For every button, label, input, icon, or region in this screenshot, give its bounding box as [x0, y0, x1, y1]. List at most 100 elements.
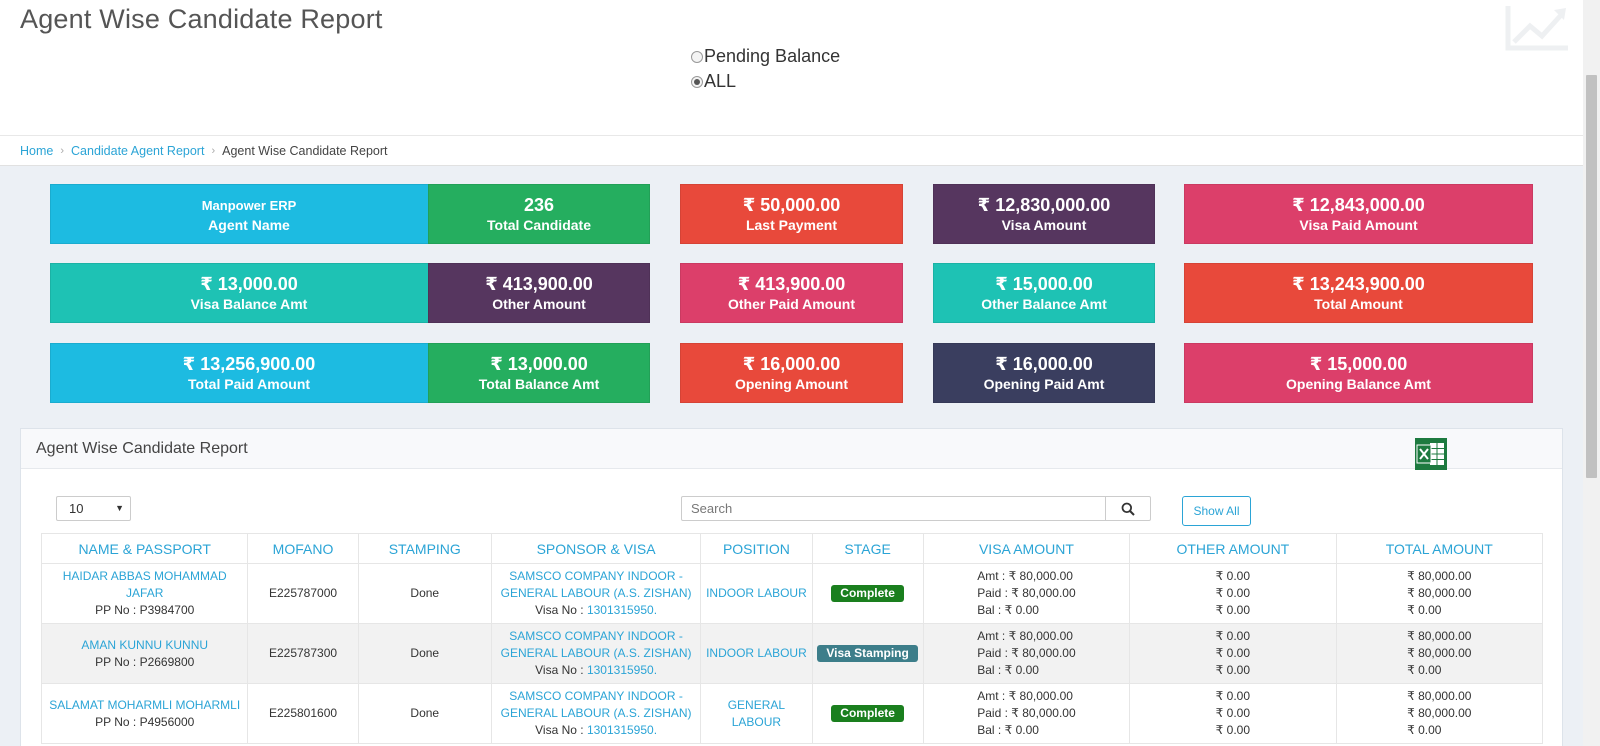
cell-visa-amount: Amt : ₹ 80,000.00 Paid : ₹ 80,000.00 Bal :… — [922, 623, 1131, 684]
breadcrumb-home[interactable]: Home — [20, 144, 53, 158]
visa-amount-line: Bal : ₹ 0.00 — [977, 723, 1039, 737]
cell-name-passport: SALAMAT MOHARMLI MOHARMLI PP No : P495600… — [40, 683, 249, 744]
cell-stamping: Done — [357, 623, 492, 684]
table-row[interactable]: SALAMAT MOHARMLI MOHARMLI PP No : P495600… — [40, 683, 1544, 744]
cell-total-amount: ₹ 80,000.00 ₹ 80,000.00 ₹ 0.00 — [1335, 563, 1544, 624]
candidate-name-link[interactable]: AMAN KUNNU KUNNU — [81, 638, 208, 652]
page-header: Agent Wise Candidate Report Pending Bala… — [0, 0, 1583, 135]
other-amount-block: ₹ 0.00 ₹ 0.00 ₹ 0.00 — [1216, 628, 1250, 679]
filter-all[interactable]: ALL — [691, 69, 840, 94]
cell-mofano: E225787300 — [247, 623, 359, 684]
filter-all-label: ALL — [704, 71, 737, 91]
scrollbar-thumb[interactable] — [1586, 75, 1597, 478]
column-header-name-passport[interactable]: NAME & PASSPORT — [40, 533, 249, 564]
breadcrumb-candidate-agent-report[interactable]: Candidate Agent Report — [71, 144, 204, 158]
summary-card-total-amount: ₹ 13,243,900.00 Total Amount — [1184, 263, 1533, 323]
summary-card-total-candidate: 236 Total Candidate — [428, 184, 650, 244]
show-all-button[interactable]: Show All — [1182, 496, 1251, 526]
summary-card-value: ₹ 13,000.00 — [490, 353, 588, 374]
report-title: Agent Wise Candidate Report — [36, 440, 248, 457]
summary-card-value: ₹ 413,900.00 — [737, 273, 846, 294]
cell-position: GENERAL LABOUR — [700, 683, 813, 744]
summary-card-other-paid-amount: ₹ 413,900.00 Other Paid Amount — [680, 263, 903, 323]
stamping-value: Done — [410, 586, 440, 600]
total-amount-line: ₹ 0.00 — [1407, 723, 1442, 737]
column-header-visa-amount[interactable]: VISA AMOUNT — [922, 533, 1131, 564]
other-amount-line: ₹ 0.00 — [1215, 689, 1250, 703]
position-link[interactable]: GENERAL LABOUR — [728, 698, 785, 729]
sponsor-link[interactable]: SAMSCO COMPANY INDOOR - GENERAL LABOUR (… — [501, 629, 692, 660]
summary-card-other-amount: ₹ 413,900.00 Other Amount — [428, 263, 650, 323]
other-amount-line: ₹ 0.00 — [1215, 706, 1250, 720]
table-row[interactable]: HAIDAR ABBAS MOHAMMAD JAFAR PP No : P3984… — [40, 563, 1544, 624]
radio-pending-balance[interactable] — [691, 50, 703, 63]
summary-card-visa-balance-amt: ₹ 13,000.00 Visa Balance Amt — [50, 263, 448, 323]
cell-total-amount: ₹ 80,000.00 ₹ 80,000.00 ₹ 0.00 — [1335, 683, 1544, 744]
breadcrumb: Home › Candidate Agent Report › Agent Wi… — [0, 135, 1583, 166]
total-amount-line: ₹ 80,000.00 — [1407, 689, 1472, 703]
sponsor-link[interactable]: SAMSCO COMPANY INDOOR - GENERAL LABOUR (… — [501, 689, 692, 720]
column-header-stage[interactable]: STAGE — [811, 533, 924, 564]
visa-amount-block: Amt : ₹ 80,000.00 Paid : ₹ 80,000.00 Bal :… — [977, 568, 1075, 619]
cell-mofano: E225801600 — [247, 683, 359, 744]
page-length-select[interactable]: 10 ▼ — [56, 496, 131, 521]
visa-number-link[interactable]: 1301315950. — [587, 603, 657, 617]
column-header-mofano[interactable]: MOFANO — [247, 533, 359, 564]
filter-pending-balance[interactable]: Pending Balance — [691, 44, 840, 69]
column-header-total-amount[interactable]: TOTAL AMOUNT — [1335, 533, 1544, 564]
cell-sponsor-visa: SAMSCO COMPANY INDOOR - GENERAL LABOUR (… — [490, 623, 702, 684]
cell-stage: Complete — [811, 563, 924, 624]
mofano-value: E225801600 — [268, 706, 338, 720]
search-input[interactable] — [682, 497, 1105, 520]
sponsor-link[interactable]: SAMSCO COMPANY INDOOR - GENERAL LABOUR (… — [501, 569, 692, 600]
candidate-name-link[interactable]: HAIDAR ABBAS MOHAMMAD JAFAR — [63, 569, 227, 600]
summary-card-label: Total Balance Amt — [478, 375, 600, 392]
position-link[interactable]: INDOOR LABOUR — [706, 646, 807, 660]
passport-number: P4956000 — [139, 714, 195, 729]
visa-number-link[interactable]: 1301315950. — [587, 663, 657, 677]
cell-sponsor-visa: SAMSCO COMPANY INDOOR - GENERAL LABOUR (… — [490, 683, 702, 744]
cell-stamping: Done — [357, 683, 492, 744]
column-header-other-amount[interactable]: OTHER AMOUNT — [1129, 533, 1337, 564]
summary-card-label: Other Amount — [492, 295, 586, 312]
table-row[interactable]: AMAN KUNNU KUNNU PP No : P2669800 E2257873… — [40, 623, 1544, 684]
other-amount-block: ₹ 0.00 ₹ 0.00 ₹ 0.00 — [1216, 568, 1250, 619]
cell-name-passport: HAIDAR ABBAS MOHAMMAD JAFAR PP No : P3984… — [40, 563, 249, 624]
cell-other-amount: ₹ 0.00 ₹ 0.00 ₹ 0.00 — [1129, 623, 1337, 684]
radio-all[interactable] — [691, 75, 703, 88]
summary-card-label: Opening Paid Amt — [983, 375, 1105, 392]
cell-stage: Complete — [811, 683, 924, 744]
summary-card-value: ₹ 15,000.00 — [995, 273, 1093, 294]
column-header-stamping[interactable]: STAMPING — [357, 533, 492, 564]
breadcrumb-separator: › — [60, 144, 65, 157]
column-header-position[interactable]: POSITION — [700, 533, 813, 564]
candidate-name-link[interactable]: SALAMAT MOHARMLI MOHARMLI — [49, 698, 240, 712]
summary-card-value: 236 — [523, 194, 555, 215]
passport-number: P3984700 — [139, 603, 195, 617]
summary-card-opening-paid-amt: ₹ 16,000.00 Opening Paid Amt — [933, 343, 1155, 403]
search-button[interactable] — [1105, 497, 1150, 520]
cell-total-amount: ₹ 80,000.00 ₹ 80,000.00 ₹ 0.00 — [1335, 623, 1544, 684]
visa-number-label: Visa No : — [535, 723, 584, 737]
stage-badge: Visa Stamping — [817, 645, 918, 662]
passport-label: PP No : — [95, 603, 137, 617]
position-link[interactable]: INDOOR LABOUR — [706, 586, 807, 600]
summary-card-label: Opening Amount — [734, 375, 849, 392]
summary-card-label: Visa Amount — [1001, 216, 1087, 233]
excel-export-icon[interactable] — [1414, 437, 1448, 471]
table-body: HAIDAR ABBAS MOHAMMAD JAFAR PP No : P3984… — [40, 563, 1544, 744]
summary-card-value: Manpower ERP — [201, 197, 297, 213]
breadcrumb-separator: › — [211, 144, 216, 157]
visa-amount-line: Amt : ₹ 80,000.00 — [977, 569, 1073, 583]
search-icon — [1121, 502, 1135, 516]
visa-number-link[interactable]: 1301315950. — [587, 723, 657, 737]
summary-card-total-balance-amt: ₹ 13,000.00 Total Balance Amt — [428, 343, 650, 403]
search-box — [681, 496, 1151, 521]
summary-card-value: ₹ 13,256,900.00 — [182, 353, 316, 374]
total-amount-block: ₹ 80,000.00 ₹ 80,000.00 ₹ 0.00 — [1407, 568, 1471, 619]
total-amount-block: ₹ 80,000.00 ₹ 80,000.00 ₹ 0.00 — [1407, 628, 1471, 679]
passport-number: P2669800 — [139, 654, 195, 669]
total-amount-line: ₹ 80,000.00 — [1407, 569, 1472, 583]
column-header-sponsor-visa[interactable]: SPONSOR & VISA — [490, 533, 702, 564]
other-amount-line: ₹ 0.00 — [1215, 663, 1250, 677]
